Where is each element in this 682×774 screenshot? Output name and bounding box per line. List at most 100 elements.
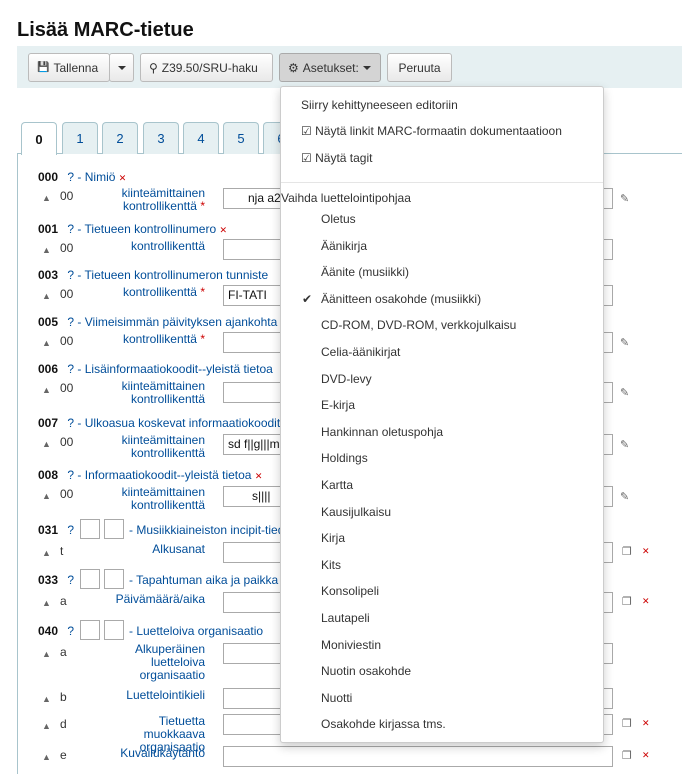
move-up-icon[interactable]: ▲ bbox=[42, 193, 51, 203]
tab-1[interactable]: 1 bbox=[62, 122, 98, 154]
menu-item-framework[interactable]: Oletus bbox=[321, 212, 643, 226]
subfield-code: 00 bbox=[60, 189, 74, 203]
menu-item-framework[interactable]: Moniviestin bbox=[321, 638, 643, 652]
help-link[interactable]: ? bbox=[67, 315, 74, 329]
tag-number: 001 bbox=[38, 222, 59, 236]
settings-button[interactable]: ⚙ Asetukset: bbox=[279, 53, 381, 82]
tag-number: 006 bbox=[38, 362, 59, 376]
menu-item-framework[interactable]: CD-ROM, DVD-ROM, verkkojulkaisu bbox=[321, 318, 643, 332]
indicator-2-input[interactable] bbox=[104, 620, 124, 640]
subfield-label: kontrollikenttä * bbox=[122, 285, 205, 299]
menu-item-framework[interactable]: Kits bbox=[321, 558, 643, 572]
move-up-icon[interactable]: ▲ bbox=[42, 694, 51, 704]
delete-subfield-icon[interactable]: ✕ bbox=[642, 718, 650, 729]
subfield-label: kiinteämittainen kontrollikenttä bbox=[121, 433, 205, 460]
menu-item-framework[interactable]: Kirja bbox=[321, 531, 643, 545]
delete-field-icon[interactable]: ✕ bbox=[220, 225, 228, 235]
menu-item-framework[interactable]: Lautapeli bbox=[321, 611, 643, 625]
menu-item-doc-links[interactable]: ☑ Näytä linkit MARC-formaatin dokumentaa… bbox=[301, 124, 623, 138]
field-name[interactable]: - Informaatiokoodit--yleistä tietoa bbox=[77, 468, 251, 482]
move-up-icon[interactable]: ▲ bbox=[42, 291, 51, 301]
field-name[interactable]: - Lisäinformaatiokoodit--yleistä tietoa bbox=[77, 362, 272, 376]
field-name[interactable]: - Ulkoasua koskevat informaatiokoodit bbox=[77, 416, 280, 430]
field-040e-input[interactable] bbox=[223, 746, 613, 767]
edit-icon[interactable]: ✎ bbox=[620, 192, 629, 205]
help-link[interactable]: ? bbox=[67, 523, 74, 537]
menu-item-framework[interactable]: Hankinnan oletuspohja bbox=[321, 425, 643, 439]
indicator-2-input[interactable] bbox=[104, 569, 124, 589]
menu-item-framework[interactable]: ✔ Äänitteen osakohde (musiikki) bbox=[302, 292, 643, 306]
delete-subfield-icon[interactable]: ✕ bbox=[642, 546, 650, 557]
search-icon: ⚲ bbox=[149, 60, 158, 75]
help-link[interactable]: ? bbox=[67, 468, 74, 482]
z3950-search-button[interactable]: ⚲ Z39.50/SRU-haku bbox=[140, 53, 273, 82]
menu-item-framework[interactable]: Kausijulkaisu bbox=[321, 505, 643, 519]
indicator-1-input[interactable] bbox=[80, 620, 100, 640]
subfield-code: e bbox=[60, 748, 67, 762]
move-up-icon[interactable]: ▲ bbox=[42, 649, 51, 659]
tab-0[interactable]: 0 bbox=[21, 122, 57, 155]
menu-item-framework[interactable]: Nuotti bbox=[321, 691, 643, 705]
tab-3[interactable]: 3 bbox=[143, 122, 179, 154]
field-040-header: 040 ? bbox=[38, 624, 74, 638]
menu-item-framework[interactable]: DVD-levy bbox=[321, 372, 643, 386]
field-name[interactable]: - Tietueen kontrollinumeron tunniste bbox=[77, 268, 268, 282]
save-dropdown-button[interactable] bbox=[109, 53, 134, 82]
move-up-icon[interactable]: ▲ bbox=[42, 491, 51, 501]
edit-icon[interactable]: ✎ bbox=[620, 386, 629, 399]
help-link[interactable]: ? bbox=[67, 268, 74, 282]
delete-subfield-icon[interactable]: ✕ bbox=[642, 750, 650, 761]
edit-icon[interactable]: ✎ bbox=[620, 438, 629, 451]
delete-field-icon[interactable]: ✕ bbox=[255, 471, 263, 481]
move-up-icon[interactable]: ▲ bbox=[42, 752, 51, 762]
move-up-icon[interactable]: ▲ bbox=[42, 338, 51, 348]
field-name[interactable]: - Musiikkiaineiston incipit-tiedot bbox=[129, 523, 294, 537]
tab-2[interactable]: 2 bbox=[102, 122, 138, 154]
menu-item-framework[interactable]: Konsolipeli bbox=[321, 584, 643, 598]
help-link[interactable]: ? bbox=[67, 222, 74, 236]
save-button[interactable]: 💾 Tallenna bbox=[28, 53, 110, 82]
menu-item-advanced-editor[interactable]: Siirry kehittyneeseen editoriin bbox=[301, 98, 623, 112]
menu-item-framework[interactable]: Äänikirja bbox=[321, 239, 643, 253]
move-up-icon[interactable]: ▲ bbox=[42, 439, 51, 449]
menu-item-show-tags[interactable]: ☑ Näytä tagit bbox=[301, 151, 623, 165]
page-title: Lisää MARC-tietue bbox=[17, 19, 194, 41]
indicator-2-input[interactable] bbox=[104, 519, 124, 539]
indicator-1-input[interactable] bbox=[80, 569, 100, 589]
help-link[interactable]: ? bbox=[67, 170, 74, 184]
menu-item-framework[interactable]: Äänite (musiikki) bbox=[321, 265, 643, 279]
menu-item-label: Lautapeli bbox=[321, 611, 370, 625]
delete-subfield-icon[interactable]: ✕ bbox=[642, 596, 650, 607]
delete-field-icon[interactable]: ✕ bbox=[119, 173, 127, 183]
menu-item-framework[interactable]: Osakohde kirjassa tms. bbox=[321, 717, 643, 731]
indicator-1-input[interactable] bbox=[80, 519, 100, 539]
menu-item-framework[interactable]: Kartta bbox=[321, 478, 643, 492]
help-link[interactable]: ? bbox=[67, 624, 74, 638]
field-name[interactable]: - Tietueen kontrollinumero bbox=[77, 222, 216, 236]
menu-item-label: Kits bbox=[321, 557, 342, 572]
field-name[interactable]: - Viimeisimmän päivityksen ajankohta bbox=[77, 315, 277, 329]
menu-item-framework[interactable]: E-kirja bbox=[321, 398, 643, 412]
field-005-header: 005 ? - Viimeisimmän päivityksen ajankoh… bbox=[38, 315, 277, 329]
help-link[interactable]: ? bbox=[67, 573, 74, 587]
clone-icon[interactable]: ❐ bbox=[622, 749, 632, 762]
field-name[interactable]: - Luetteloiva organisaatio bbox=[129, 624, 263, 638]
clone-icon[interactable]: ❐ bbox=[622, 545, 632, 558]
field-name[interactable]: - Tapahtuman aika ja paikka bbox=[129, 573, 278, 587]
move-up-icon[interactable]: ▲ bbox=[42, 245, 51, 255]
help-link[interactable]: ? bbox=[67, 416, 74, 430]
help-link[interactable]: ? bbox=[67, 362, 74, 376]
subfield-label: Alkusanat bbox=[152, 542, 205, 556]
tag-number: 005 bbox=[38, 315, 59, 329]
menu-item-framework[interactable]: Celia-äänikirjat bbox=[321, 345, 643, 359]
field-name[interactable]: - Nimiö bbox=[77, 170, 115, 184]
move-up-icon[interactable]: ▲ bbox=[42, 385, 51, 395]
cancel-button[interactable]: Peruuta bbox=[387, 53, 452, 82]
move-up-icon[interactable]: ▲ bbox=[42, 548, 51, 558]
menu-item-framework[interactable]: Nuotin osakohde bbox=[321, 664, 643, 678]
menu-item-framework[interactable]: Holdings bbox=[321, 451, 643, 465]
tab-5[interactable]: 5 bbox=[223, 122, 259, 154]
tab-4[interactable]: 4 bbox=[183, 122, 219, 154]
move-up-icon[interactable]: ▲ bbox=[42, 721, 51, 731]
move-up-icon[interactable]: ▲ bbox=[42, 598, 51, 608]
